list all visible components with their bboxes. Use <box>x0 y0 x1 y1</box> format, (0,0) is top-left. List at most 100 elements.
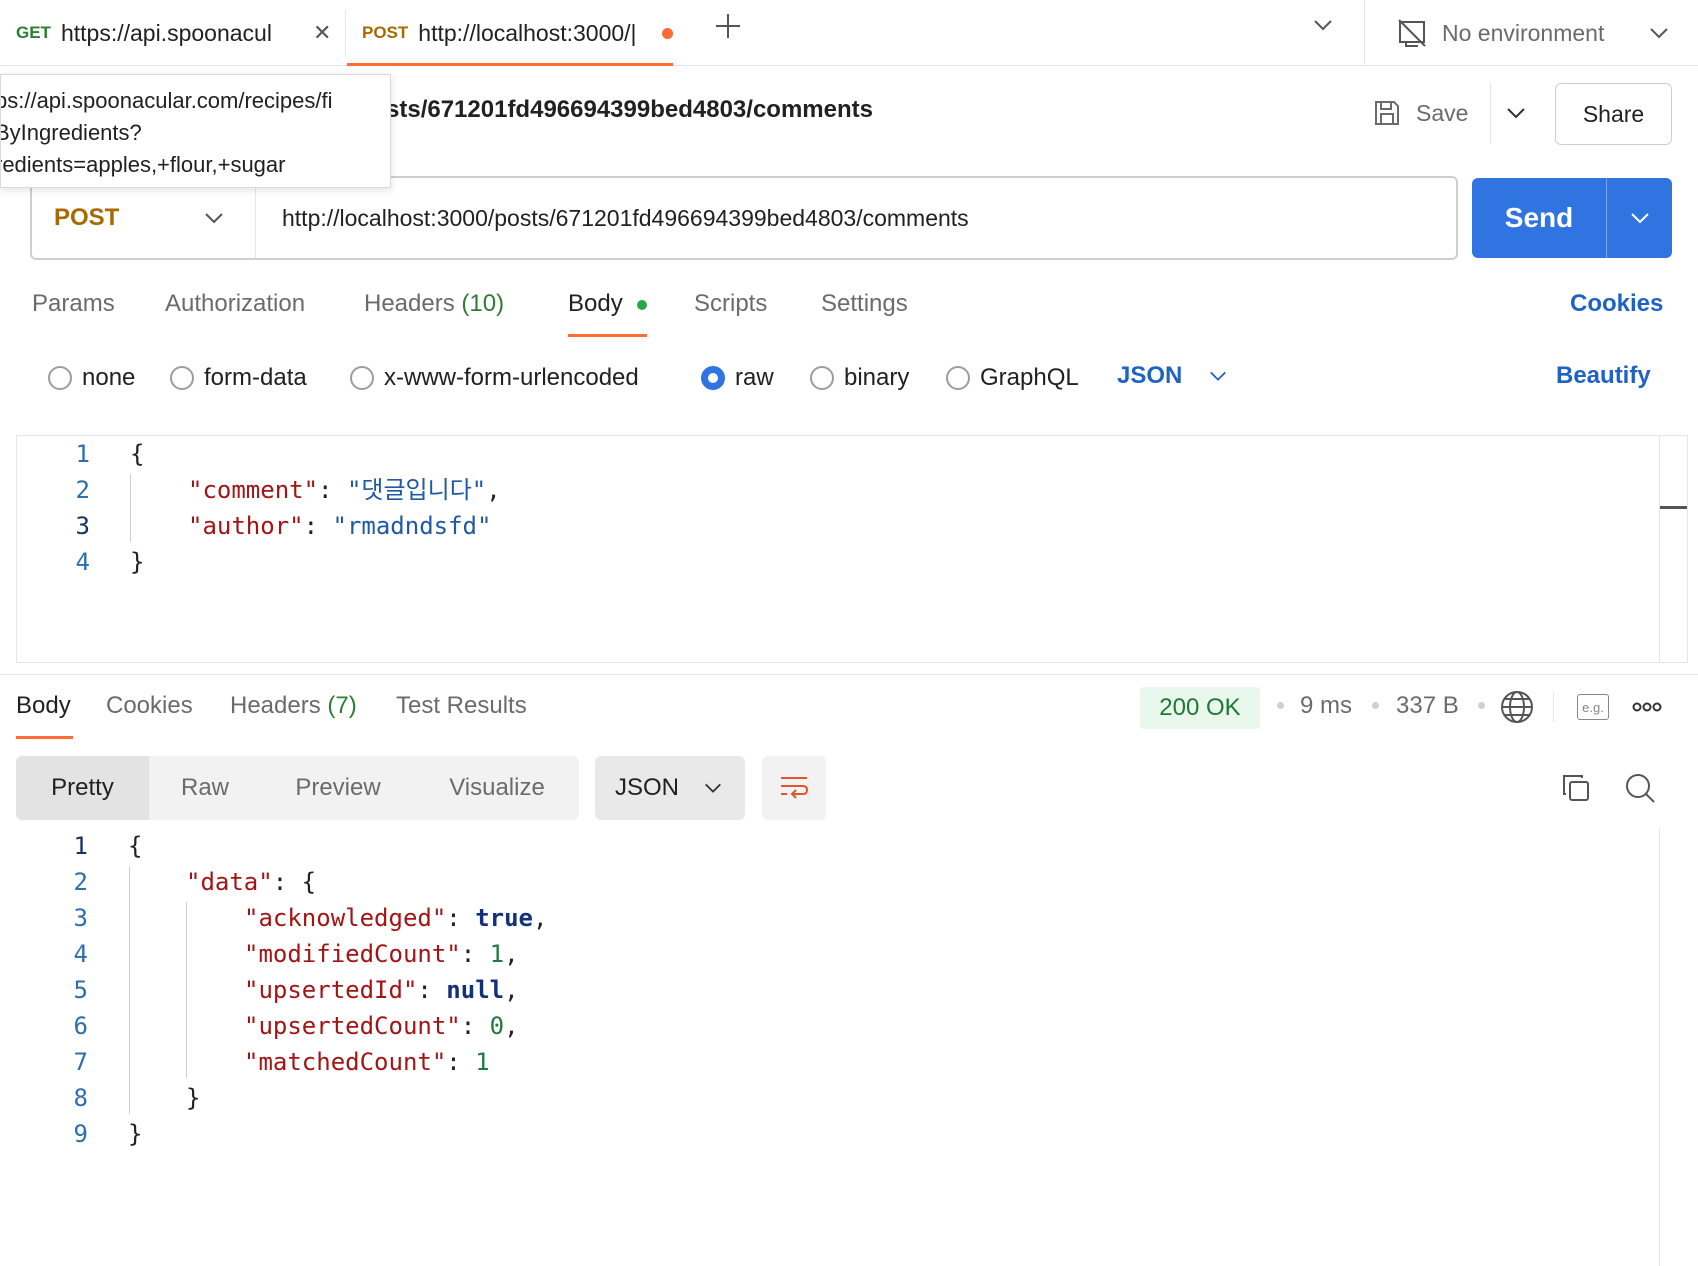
radio-label: binary <box>844 364 910 391</box>
response-tab-test-results[interactable]: Test Results <box>396 692 527 720</box>
close-icon[interactable]: ✕ <box>313 20 331 46</box>
editor-scroll-thumb[interactable] <box>1660 506 1687 509</box>
code-line: } <box>128 1120 143 1148</box>
chevron-down-icon <box>1506 108 1525 119</box>
radio-urlencoded[interactable]: x-www-form-urlencoded <box>350 362 639 394</box>
url-input[interactable] <box>256 178 1456 258</box>
response-tab-body[interactable]: Body <box>16 692 71 720</box>
view-pretty[interactable]: Pretty <box>16 756 149 820</box>
chevron-down-icon <box>205 213 223 224</box>
radio-label: none <box>82 364 136 391</box>
tab-scripts[interactable]: Scripts <box>694 290 767 318</box>
response-time[interactable]: 9 ms <box>1300 692 1352 720</box>
tab-headers-label: Headers <box>364 290 455 317</box>
radio-graphql[interactable]: GraphQL <box>946 362 1079 394</box>
send-button[interactable]: Send <box>1472 202 1606 234</box>
environment-selector[interactable]: No environment <box>1396 10 1670 56</box>
radio-label: raw <box>735 364 774 391</box>
view-preview[interactable]: Preview <box>261 756 415 820</box>
send-dropdown-button[interactable] <box>1606 178 1672 258</box>
tab-post-localhost[interactable]: POST http://localhost:3000/| <box>347 0 673 66</box>
method-select[interactable]: POST <box>32 178 256 258</box>
code-line: "matchedCount": 1 <box>244 1048 490 1076</box>
code-line: "author": "rmadndsfd" <box>188 512 492 540</box>
tooltip-line: ByIngredients? <box>0 120 142 145</box>
send-button-group: Send <box>1472 178 1672 258</box>
radio-raw[interactable]: raw <box>701 362 774 394</box>
language-label: JSON <box>1117 362 1183 389</box>
new-tab-icon[interactable] <box>714 12 742 45</box>
tab-method: POST <box>362 23 409 42</box>
response-scrollbar[interactable] <box>1659 828 1660 1266</box>
indent-guide <box>186 902 187 1078</box>
active-tab-indicator <box>347 63 673 66</box>
radio-circle-icon <box>946 366 970 390</box>
tab-title: http://localhost:3000/| <box>418 19 637 46</box>
tab-body[interactable]: Body <box>568 290 648 318</box>
tab-title: https://api.spoonacul <box>60 19 272 46</box>
separator-dot <box>1372 702 1379 709</box>
response-size[interactable]: 337 B <box>1396 692 1459 720</box>
wrap-lines-icon <box>781 777 809 799</box>
indent-guide <box>129 866 130 1114</box>
wrap-lines-button[interactable] <box>762 756 826 820</box>
code-line: } <box>186 1084 201 1112</box>
save-button[interactable]: Save <box>1372 88 1468 138</box>
tooltip-line: ps://api.spoonacular.com/recipes/fi <box>0 88 333 113</box>
request-body-editor[interactable] <box>16 435 1688 663</box>
meta-divider <box>1553 692 1554 722</box>
radio-form-data[interactable]: form-data <box>170 362 307 394</box>
more-options-icon[interactable] <box>1632 697 1662 722</box>
code-line: { <box>130 440 145 468</box>
save-dropdown-button[interactable] <box>1490 82 1540 144</box>
view-visualize[interactable]: Visualize <box>415 756 579 820</box>
line-number: 3 <box>73 904 88 932</box>
code-line: } <box>130 548 145 576</box>
save-label: Save <box>1416 99 1469 126</box>
code-line: { <box>128 832 143 860</box>
body-language-select[interactable]: JSON <box>1117 362 1228 390</box>
env-divider <box>1364 0 1365 66</box>
radio-binary[interactable]: binary <box>810 362 909 394</box>
tab-settings[interactable]: Settings <box>821 290 908 318</box>
response-language-select[interactable]: JSON <box>595 756 745 820</box>
share-button[interactable]: Share <box>1555 83 1672 145</box>
search-icon[interactable] <box>1624 772 1656 809</box>
chevron-down-icon <box>705 783 721 793</box>
view-raw[interactable]: Raw <box>149 756 261 820</box>
line-number: 6 <box>73 1012 88 1040</box>
tab-body-label: Body <box>568 290 623 317</box>
tab-authorization[interactable]: Authorization <box>165 290 305 318</box>
url-bar: POST <box>30 176 1458 260</box>
code-line: "comment": "댓글입니다", <box>188 476 501 504</box>
copy-icon[interactable] <box>1560 772 1592 809</box>
save-icon <box>1375 101 1399 125</box>
radio-circle-icon <box>48 366 72 390</box>
line-number: 1 <box>75 440 90 468</box>
tab-params[interactable]: Params <box>32 290 115 318</box>
radio-label: form-data <box>204 364 307 391</box>
tooltip-line: redients=apples,+flour,+sugar <box>0 152 286 177</box>
beautify-link[interactable]: Beautify <box>1556 362 1651 390</box>
active-tab-indicator <box>568 334 647 337</box>
line-number: 5 <box>73 976 88 1004</box>
radio-none[interactable]: none <box>48 362 135 394</box>
tab-method: GET <box>16 23 51 42</box>
globe-icon[interactable] <box>1500 690 1534 729</box>
response-tab-cookies[interactable]: Cookies <box>106 692 193 720</box>
line-number: 3 <box>75 512 90 540</box>
chevron-down-icon <box>1210 371 1227 381</box>
cookies-link[interactable]: Cookies <box>1570 290 1663 318</box>
code-line: "upsertedId": null, <box>244 976 519 1004</box>
tab-get-spoonacular[interactable]: GET https://api.spoonacul ✕ <box>16 0 332 66</box>
line-number: 1 <box>73 832 88 860</box>
environment-label: No environment <box>1442 19 1605 46</box>
save-example-icon[interactable]: e.g. <box>1577 694 1609 720</box>
tabs-dropdown-chevron-icon[interactable] <box>1312 14 1334 41</box>
status-badge[interactable]: 200 OK <box>1140 687 1260 729</box>
response-tab-headers[interactable]: Headers (7) <box>230 692 357 720</box>
editor-scrollbar[interactable] <box>1659 436 1687 662</box>
body-status-dot-icon <box>637 299 648 310</box>
request-title[interactable]: sts/671201fd496694399bed4803/comments <box>386 96 873 124</box>
tab-headers[interactable]: Headers (10) <box>364 290 504 318</box>
